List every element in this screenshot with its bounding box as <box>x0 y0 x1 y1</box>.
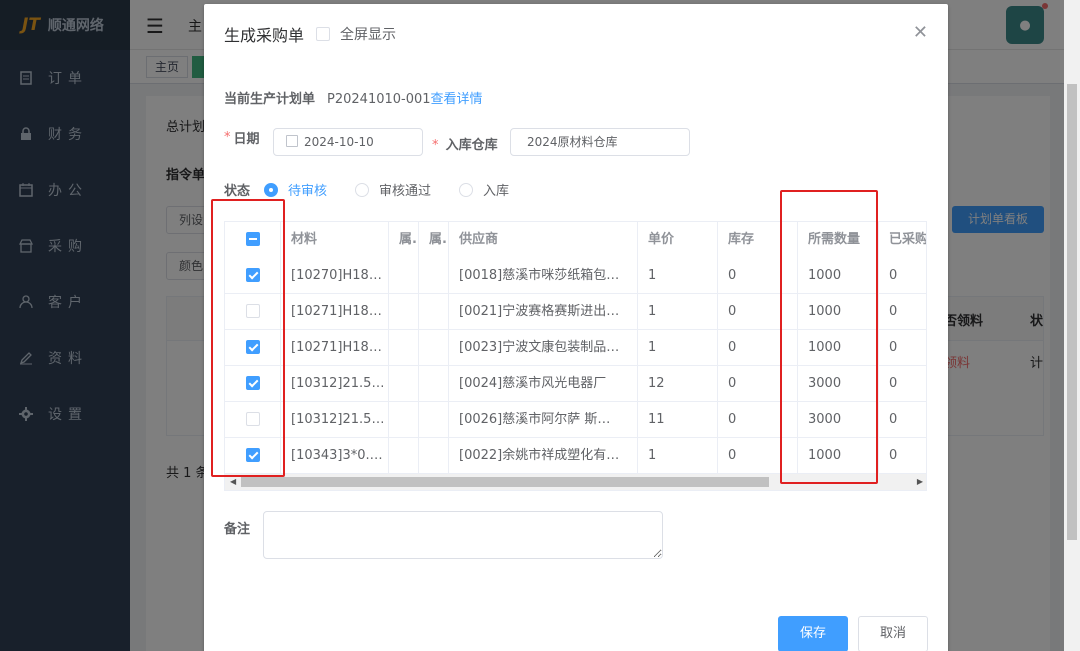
warehouse-label-group: * 入库仓库 <box>432 134 498 153</box>
cell-purchased: 0 <box>879 294 926 330</box>
radio-label: 审核通过 <box>379 184 432 199</box>
required-mark: * <box>224 130 231 145</box>
cell-attr-1 <box>389 438 419 474</box>
col-price[interactable]: 单价 <box>638 222 718 258</box>
cell-supplier: [0022]余姚市祥成塑化有… <box>449 438 638 474</box>
cell-supplier: [0024]慈溪市风光电器厂 <box>449 366 638 402</box>
cell-material: [10271]H18… <box>281 330 389 366</box>
scroll-right-icon[interactable]: ▶ <box>917 477 923 486</box>
calendar-icon <box>286 135 298 147</box>
plan-info: 当前生产计划单 P20241010-001查看详情 <box>224 88 483 107</box>
date-label: 日期 <box>233 132 260 147</box>
cell-attr-1 <box>389 258 419 294</box>
status-radio-pending[interactable]: 待审核 <box>264 180 327 199</box>
remark-label: 备注 <box>224 522 251 537</box>
status-radio-stocked[interactable]: 入库 <box>459 180 509 199</box>
cell-material: [10271]H18… <box>281 294 389 330</box>
warehouse-select[interactable]: 2024原材料仓库 <box>510 128 690 156</box>
radio-icon <box>459 182 474 197</box>
remark-textarea[interactable] <box>263 511 663 559</box>
cell-price: 1 <box>638 330 718 366</box>
cell-attr-2 <box>419 258 449 294</box>
cell-attr-2 <box>419 330 449 366</box>
col-material[interactable]: 材料 <box>281 222 389 258</box>
cell-attr-2 <box>419 294 449 330</box>
purchase-dialog: 生成采购单 全屏显示 ✕ 当前生产计划单 P20241010-001查看详情 * … <box>204 4 948 651</box>
cell-purchased: 0 <box>879 366 926 402</box>
warehouse-label: 入库仓库 <box>445 138 498 153</box>
cell-purchased: 0 <box>879 330 926 366</box>
col-supplier[interactable]: 供应商 <box>449 222 638 258</box>
col-attr-2[interactable]: 属. <box>419 222 449 258</box>
required-mark: * <box>432 138 439 153</box>
cell-material: [10270]H18… <box>281 258 389 294</box>
cell-supplier: [0026]慈溪市阿尔萨 斯… <box>449 402 638 438</box>
fullscreen-checkbox[interactable] <box>316 27 331 41</box>
cell-attr-1 <box>389 330 419 366</box>
cell-supplier: [0018]慈溪市咪莎纸箱包… <box>449 258 638 294</box>
cell-purchased: 0 <box>879 402 926 438</box>
status-group: 状态 待审核 审核通过 入库 <box>224 180 537 199</box>
cell-supplier: [0023]宁波文康包装制品… <box>449 330 638 366</box>
cell-price: 12 <box>638 366 718 402</box>
status-label: 状态 <box>224 184 251 199</box>
cell-attr-1 <box>389 366 419 402</box>
cell-attr-2 <box>419 438 449 474</box>
fullscreen-label: 全屏显示 <box>340 27 397 43</box>
cell-price: 1 <box>638 258 718 294</box>
scrollbar-thumb[interactable] <box>241 477 769 487</box>
plan-number: P20241010-001 <box>327 92 431 107</box>
fullscreen-toggle[interactable]: 全屏显示 <box>316 24 396 44</box>
save-button[interactable]: 保存 <box>778 616 848 651</box>
dialog-title: 生成采购单 <box>224 26 305 45</box>
radio-icon <box>355 182 370 197</box>
col-purchased[interactable]: 已采购 <box>879 222 926 258</box>
cell-material: [10343]3*0.… <box>281 438 389 474</box>
cell-price: 11 <box>638 402 718 438</box>
cell-material: [10312]21.5… <box>281 366 389 402</box>
date-label-group: * 日期 <box>224 128 260 147</box>
cell-purchased: 0 <box>879 258 926 294</box>
cell-price: 1 <box>638 294 718 330</box>
cell-purchased: 0 <box>879 438 926 474</box>
status-radio-approved[interactable]: 审核通过 <box>355 180 431 199</box>
cell-attr-2 <box>419 402 449 438</box>
cell-supplier: [0021]宁波赛格赛斯进出… <box>449 294 638 330</box>
cell-material: [10312]21.5… <box>281 402 389 438</box>
close-icon[interactable]: ✕ <box>913 22 928 43</box>
dialog-header: 生成采购单 全屏显示 <box>224 22 396 46</box>
cell-attr-1 <box>389 402 419 438</box>
cell-price: 1 <box>638 438 718 474</box>
radio-label: 入库 <box>483 184 510 199</box>
radio-label: 待审核 <box>288 184 328 199</box>
page-scrollbar[interactable] <box>1064 0 1080 651</box>
plan-label: 当前生产计划单 <box>224 92 316 107</box>
col-attr-1[interactable]: 属. <box>389 222 419 258</box>
radio-icon <box>264 182 279 197</box>
highlight-checkbox-column <box>211 199 285 477</box>
cancel-button[interactable]: 取消 <box>858 616 928 651</box>
scroll-left-icon[interactable]: ◀ <box>230 477 236 486</box>
cell-attr-1 <box>389 294 419 330</box>
cell-attr-2 <box>419 366 449 402</box>
highlight-quantity-column <box>780 190 878 484</box>
plan-detail-link[interactable]: 查看详情 <box>431 92 483 107</box>
